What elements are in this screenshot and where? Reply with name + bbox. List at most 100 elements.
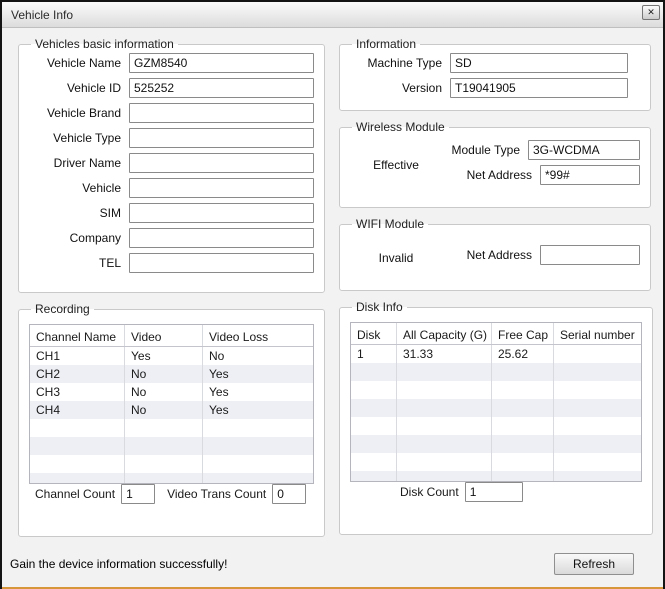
right-column: Information Machine Type Version Wireles… [339, 37, 653, 537]
tel-input[interactable] [129, 253, 314, 273]
video-trans-count-input[interactable] [272, 484, 307, 504]
all-capacity-cell: 31.33 [397, 345, 492, 363]
company-label: Company [69, 231, 121, 245]
main-content: Vehicles basic information Vehicle Name … [2, 28, 663, 537]
vehicle-type-input[interactable] [129, 128, 314, 148]
free-capacity-cell: 25.62 [492, 345, 554, 363]
channel-count-input[interactable] [121, 484, 156, 504]
refresh-button[interactable]: Refresh [554, 553, 634, 575]
disk-table-header: Disk All Capacity (G) Free Cap Serial nu… [351, 323, 641, 345]
video-loss-cell: Yes [209, 403, 229, 417]
column-header: Channel Name [30, 325, 125, 346]
recording-controls: Channel Count Video Trans Count [29, 484, 314, 506]
field-wifi-net-address: Net Address [442, 245, 640, 265]
wifi-net-address-label: Net Address [466, 248, 532, 262]
vehicle-name-label: Vehicle Name [46, 56, 121, 70]
table-filler-row [351, 471, 641, 481]
table-filler-row [351, 399, 641, 417]
basic-info-title: Vehicles basic information [35, 37, 174, 51]
vehicle-input[interactable] [129, 178, 314, 198]
table-row[interactable]: 1 31.33 25.62 [351, 345, 641, 363]
table-row[interactable]: CH3 No Yes [30, 383, 313, 401]
column-header: Free Cap [492, 323, 554, 344]
video-cell: No [125, 365, 203, 383]
close-button[interactable]: ✕ [642, 5, 660, 20]
serial-number-cell [554, 345, 641, 363]
channel-name-cell: CH2 [30, 365, 125, 383]
channel-count-label: Channel Count [35, 487, 116, 501]
disk-count-label: Disk Count [400, 485, 459, 499]
vehicle-brand-input[interactable] [129, 103, 314, 123]
wireless-module-group: Wireless Module Effective Module Type Ne… [339, 120, 651, 208]
wireless-status: Effective [373, 158, 419, 172]
recording-table: Channel Name Video Video Loss CH1 Yes No… [29, 324, 314, 484]
field-driver-name: Driver Name [29, 153, 314, 173]
table-filler-row [351, 453, 641, 471]
field-net-address: Net Address [442, 165, 640, 185]
wifi-module-group: WIFI Module Invalid Net Address [339, 217, 651, 291]
title-bar[interactable]: Vehicle Info ✕ [2, 2, 663, 28]
disk-count-input[interactable] [464, 482, 523, 502]
field-vehicle: Vehicle [29, 178, 314, 198]
status-message: Gain the device information successfully… [10, 557, 228, 571]
table-row[interactable]: CH1 Yes No [30, 347, 313, 365]
machine-type-input[interactable] [450, 53, 628, 73]
vehicle-name-input[interactable] [129, 53, 314, 73]
driver-name-input[interactable] [129, 153, 314, 173]
wireless-module-title: Wireless Module [356, 120, 445, 134]
information-group: Information Machine Type Version [339, 37, 651, 111]
vehicle-brand-label: Vehicle Brand [46, 106, 121, 120]
column-header: Video [125, 325, 203, 346]
sim-input[interactable] [129, 203, 314, 223]
field-vehicle-name: Vehicle Name [29, 53, 314, 73]
table-filler-row [30, 455, 313, 473]
video-cell: No [125, 401, 203, 419]
company-input[interactable] [129, 228, 314, 248]
field-vehicle-id: Vehicle ID [29, 78, 314, 98]
disk-table: Disk All Capacity (G) Free Cap Serial nu… [350, 322, 642, 482]
field-sim: SIM [29, 203, 314, 223]
field-company: Company [29, 228, 314, 248]
close-icon: ✕ [647, 7, 655, 17]
table-filler-row [30, 419, 313, 437]
sim-label: SIM [99, 206, 121, 220]
table-filler-row [351, 435, 641, 453]
column-header: Serial number [560, 327, 635, 342]
recording-title: Recording [35, 302, 90, 316]
information-title: Information [356, 37, 417, 51]
vehicle-id-input[interactable] [129, 78, 314, 98]
net-address-input[interactable] [540, 165, 640, 185]
channel-name-cell: CH1 [30, 347, 125, 365]
column-header: Video Loss [209, 329, 269, 344]
table-filler-row [30, 473, 313, 483]
footer: Gain the device information successfully… [2, 537, 663, 587]
disk-info-title: Disk Info [356, 300, 403, 314]
table-filler-row [351, 363, 641, 381]
disk-info-group: Disk Info Disk All Capacity (G) Free Cap… [339, 300, 653, 535]
disk-controls: Disk Count [350, 482, 642, 504]
table-row[interactable]: CH2 No Yes [30, 365, 313, 383]
driver-name-label: Driver Name [53, 156, 121, 170]
module-type-label: Module Type [451, 143, 521, 157]
tel-label: TEL [98, 256, 121, 270]
disk-cell: 1 [351, 345, 397, 363]
video-loss-cell: Yes [209, 385, 229, 399]
wifi-net-address-input[interactable] [540, 245, 640, 265]
machine-type-label: Machine Type [367, 56, 443, 70]
table-row[interactable]: CH4 No Yes [30, 401, 313, 419]
field-vehicle-brand: Vehicle Brand [29, 103, 314, 123]
left-column: Vehicles basic information Vehicle Name … [18, 37, 325, 537]
video-cell: Yes [125, 347, 203, 365]
window-title: Vehicle Info [11, 7, 74, 22]
vehicle-type-label: Vehicle Type [53, 131, 121, 145]
table-filler-row [351, 381, 641, 399]
version-input[interactable] [450, 78, 628, 98]
vehicle-info-window: Vehicle Info ✕ Vehicles basic informatio… [0, 0, 665, 589]
table-filler-row [30, 437, 313, 455]
field-machine-type: Machine Type [350, 53, 640, 73]
module-type-input[interactable] [528, 140, 640, 160]
field-tel: TEL [29, 253, 314, 273]
column-header: Disk [351, 323, 397, 344]
version-label: Version [401, 81, 442, 95]
recording-table-header: Channel Name Video Video Loss [30, 325, 313, 347]
